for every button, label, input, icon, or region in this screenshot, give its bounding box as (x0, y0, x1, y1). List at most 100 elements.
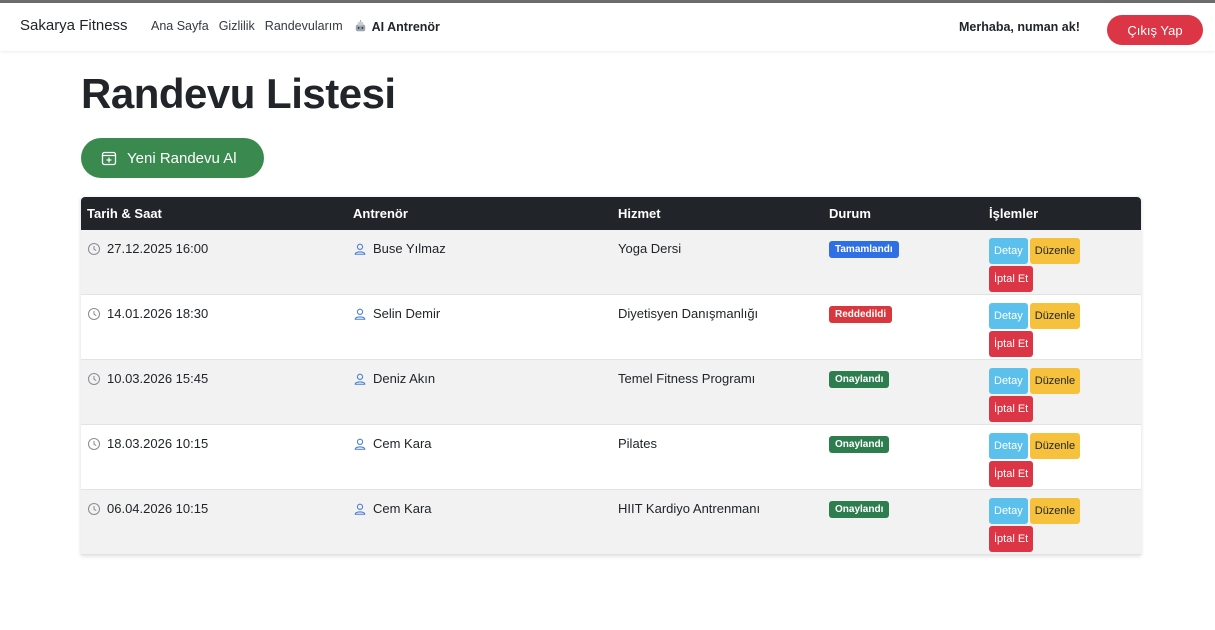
edit-button[interactable]: Düzenle (1029, 303, 1081, 329)
service-cell: Diyetisyen Danışmanlığı (618, 306, 758, 321)
new-appointment-label: Yeni Randevu Al (127, 149, 237, 167)
actions-cell: Detay Düzenle İptal Et (989, 498, 1109, 552)
table-row: 18.03.2026 10:15 Cem Kara Pilates Onayla… (81, 425, 1141, 490)
row-actions: Detay Düzenle İptal Et (989, 303, 1109, 357)
robot-icon (355, 19, 365, 32)
actions-cell: Detay Düzenle İptal Et (989, 368, 1109, 422)
row-actions: Detay Düzenle İptal Et (989, 498, 1109, 552)
navbar: Sakarya Fitness Ana Sayfa Gizlilik Rande… (0, 3, 1215, 51)
header-service: Hizmet (618, 206, 661, 221)
edit-button[interactable]: Düzenle (1029, 498, 1081, 524)
nav-link-appointments[interactable]: Randevularım (265, 19, 343, 34)
nav-link-privacy[interactable]: Gizlilik (219, 19, 255, 34)
header-datetime: Tarih & Saat (87, 206, 162, 221)
table-row: 06.04.2026 10:15 Cem Kara HIIT Kardiyo A… (81, 490, 1141, 555)
status-badge: Tamamlandı (829, 241, 899, 258)
actions-cell: Detay Düzenle İptal Et (989, 303, 1109, 357)
clock-icon (87, 502, 101, 515)
service-name: Pilates (618, 436, 658, 451)
datetime-cell: 14.01.2026 18:30 (87, 306, 208, 321)
header-status: Durum (829, 206, 871, 221)
service-cell: Pilates (618, 436, 657, 451)
page-title: Randevu Listesi (81, 70, 396, 117)
clock-icon (87, 372, 101, 385)
status-cell: Tamamlandı (829, 241, 899, 258)
datetime-cell: 18.03.2026 10:15 (87, 436, 208, 451)
actions-cell: Detay Düzenle İptal Et (989, 433, 1109, 487)
datetime-cell: 06.04.2026 10:15 (87, 501, 208, 516)
cancel-button[interactable]: İptal Et (989, 461, 1034, 487)
service-cell: HIIT Kardiyo Antrenmanı (618, 501, 760, 516)
trainer-cell: Buse Yılmaz (353, 241, 446, 256)
table-row: 27.12.2025 16:00 Buse Yılmaz Yoga Dersi … (81, 230, 1141, 295)
cancel-button[interactable]: İptal Et (989, 331, 1034, 357)
status-cell: Onaylandı (829, 436, 890, 453)
status-cell: Onaylandı (829, 501, 890, 518)
service-name: Yoga Dersi (618, 241, 682, 256)
detail-button[interactable]: Detay (989, 368, 1028, 394)
person-icon (354, 373, 366, 385)
datetime-text: 10.03.2026 15:45 (107, 371, 209, 386)
edit-button[interactable]: Düzenle (1029, 238, 1081, 264)
table-header: Tarih & Saat Antrenör Hizmet Durum İşlem… (81, 197, 1141, 230)
appointments-table: Tarih & Saat Antrenör Hizmet Durum İşlem… (81, 197, 1141, 555)
trainer-name: Selin Demir (373, 306, 441, 321)
datetime-cell: 10.03.2026 15:45 (87, 371, 208, 386)
person-icon (354, 308, 366, 320)
trainer-cell: Selin Demir (353, 306, 440, 321)
person-icon (354, 438, 366, 450)
status-badge: Onaylandı (829, 436, 890, 453)
clock-icon (87, 307, 101, 320)
edit-button[interactable]: Düzenle (1029, 368, 1081, 394)
logout-button[interactable]: Çıkış Yap (1107, 15, 1203, 45)
service-cell: Temel Fitness Programı (618, 371, 755, 386)
row-actions: Detay Düzenle İptal Et (989, 433, 1109, 487)
cancel-button[interactable]: İptal Et (989, 396, 1034, 422)
trainer-name: Cem Kara (373, 436, 432, 451)
status-badge: Reddedildi (829, 306, 893, 323)
status-cell: Reddedildi (829, 306, 893, 323)
table-row: 14.01.2026 18:30 Selin Demir Diyetisyen … (81, 295, 1141, 360)
nav-link-ai-trainer[interactable]: AI Antrenör (353, 19, 440, 34)
calendar-plus-icon (101, 151, 117, 166)
row-actions: Detay Düzenle İptal Et (989, 368, 1109, 422)
row-actions: Detay Düzenle İptal Et (989, 238, 1109, 292)
cancel-button[interactable]: İptal Et (989, 266, 1034, 292)
datetime-text: 27.12.2025 16:00 (107, 241, 209, 256)
person-icon (354, 243, 366, 255)
datetime-text: 06.04.2026 10:15 (107, 501, 209, 516)
service-name: HIIT Kardiyo Antrenmanı (618, 501, 761, 516)
service-cell: Yoga Dersi (618, 241, 681, 256)
clock-icon (87, 242, 101, 255)
ai-link-label: AI Antrenör (371, 19, 440, 34)
detail-button[interactable]: Detay (989, 303, 1028, 329)
status-cell: Onaylandı (829, 371, 890, 388)
trainer-cell: Cem Kara (353, 436, 432, 451)
datetime-cell: 27.12.2025 16:00 (87, 241, 208, 256)
datetime-text: 18.03.2026 10:15 (107, 436, 209, 451)
person-icon (354, 503, 366, 515)
header-trainer: Antrenör (353, 206, 408, 221)
cancel-button[interactable]: İptal Et (989, 526, 1034, 552)
detail-button[interactable]: Detay (989, 433, 1028, 459)
nav-links: Ana Sayfa Gizlilik Randevularım AI Antre… (151, 19, 440, 34)
detail-button[interactable]: Detay (989, 498, 1028, 524)
table-row: 10.03.2026 15:45 Deniz Akın Temel Fitnes… (81, 360, 1141, 425)
trainer-cell: Cem Kara (353, 501, 432, 516)
clock-icon (87, 437, 101, 450)
service-name: Temel Fitness Programı (618, 371, 756, 386)
status-badge: Onaylandı (829, 371, 890, 388)
header-actions: İşlemler (989, 206, 1039, 221)
trainer-name: Buse Yılmaz (373, 241, 446, 256)
table-body: 27.12.2025 16:00 Buse Yılmaz Yoga Dersi … (81, 230, 1141, 555)
detail-button[interactable]: Detay (989, 238, 1028, 264)
datetime-text: 14.01.2026 18:30 (107, 306, 209, 321)
brand-link[interactable]: Sakarya Fitness (20, 17, 128, 34)
trainer-name: Deniz Akın (373, 371, 436, 386)
trainer-name: Cem Kara (373, 501, 432, 516)
nav-link-home[interactable]: Ana Sayfa (151, 19, 209, 34)
new-appointment-button[interactable]: Yeni Randevu Al (81, 138, 264, 178)
edit-button[interactable]: Düzenle (1029, 433, 1081, 459)
trainer-cell: Deniz Akın (353, 371, 435, 386)
service-name: Diyetisyen Danışmanlığı (618, 306, 759, 321)
